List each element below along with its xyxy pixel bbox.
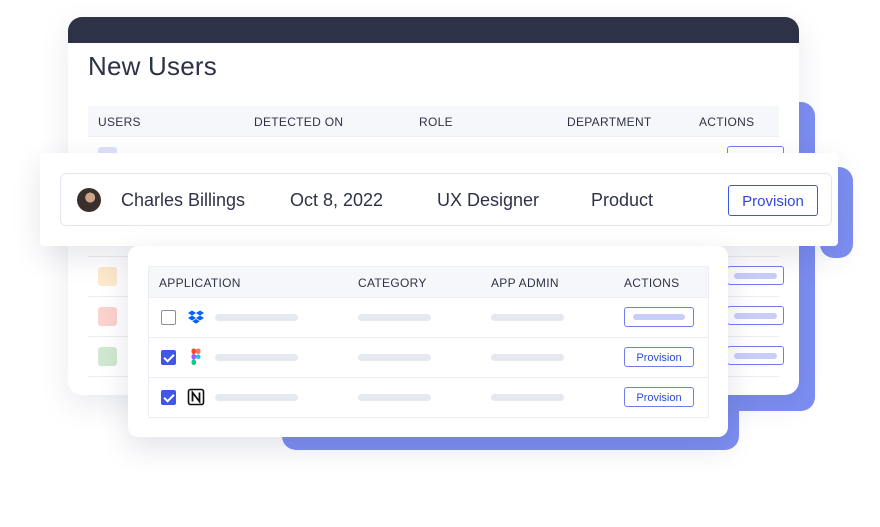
column-header-actions: ACTIONS (624, 276, 680, 290)
column-header-application: APPLICATION (159, 276, 241, 290)
application-name-placeholder (215, 314, 298, 321)
column-header-users: USERS (98, 115, 141, 129)
column-header-app-admin: APP ADMIN (491, 276, 559, 290)
dropbox-icon (188, 310, 204, 324)
category-placeholder (358, 354, 431, 361)
highlighted-user-row: Charles Billings Oct 8, 2022 UX Designer… (60, 173, 832, 226)
applications-table-header: APPLICATION CATEGORY APP ADMIN ACTIONS (149, 267, 708, 298)
category-placeholder (358, 314, 431, 321)
row-checkbox[interactable] (161, 310, 176, 325)
category-placeholder (358, 394, 431, 401)
user-avatar-placeholder (98, 307, 117, 326)
column-header-role: ROLE (419, 115, 453, 129)
row-action-button[interactable] (727, 266, 784, 285)
column-header-detected-on: DETECTED ON (254, 115, 344, 129)
app-admin-placeholder (491, 394, 564, 401)
applications-card: APPLICATION CATEGORY APP ADMIN ACTIONS P… (128, 246, 728, 437)
application-name-placeholder (215, 354, 298, 361)
app-admin-placeholder (491, 354, 564, 361)
row-checkbox[interactable] (161, 390, 176, 405)
applications-table: APPLICATION CATEGORY APP ADMIN ACTIONS P… (148, 266, 709, 418)
provision-app-button[interactable]: Provision (624, 387, 694, 407)
table-row: Provision (149, 378, 708, 417)
highlighted-user-card: Charles Billings Oct 8, 2022 UX Designer… (40, 153, 838, 246)
user-avatar-placeholder (98, 267, 117, 286)
table-row: Provision (149, 338, 708, 378)
row-action-button[interactable] (727, 306, 784, 325)
provision-user-button[interactable]: Provision (728, 185, 818, 216)
row-action-button[interactable] (727, 346, 784, 365)
provision-app-button[interactable]: Provision (624, 347, 694, 367)
column-header-actions: ACTIONS (699, 115, 755, 129)
user-role: UX Designer (437, 190, 540, 210)
application-name-placeholder (215, 394, 298, 401)
row-checkbox[interactable] (161, 350, 176, 365)
column-header-category: CATEGORY (358, 276, 427, 290)
column-header-department: DEPARTMENT (567, 115, 652, 129)
avatar (77, 188, 101, 212)
app-admin-placeholder (491, 314, 564, 321)
table-row (149, 298, 708, 338)
page-title: New Users (88, 51, 217, 81)
user-detected-on: Oct 8, 2022 (290, 190, 384, 210)
card-top-bar (68, 17, 799, 43)
app-action-button[interactable] (624, 307, 694, 327)
user-name: Charles Billings (121, 190, 246, 210)
figma-icon (191, 348, 201, 365)
user-avatar-placeholder (98, 347, 117, 366)
users-table-header: USERS DETECTED ON ROLE DEPARTMENT ACTION… (88, 106, 779, 137)
user-department: Product (591, 190, 654, 210)
notion-icon (187, 388, 205, 406)
